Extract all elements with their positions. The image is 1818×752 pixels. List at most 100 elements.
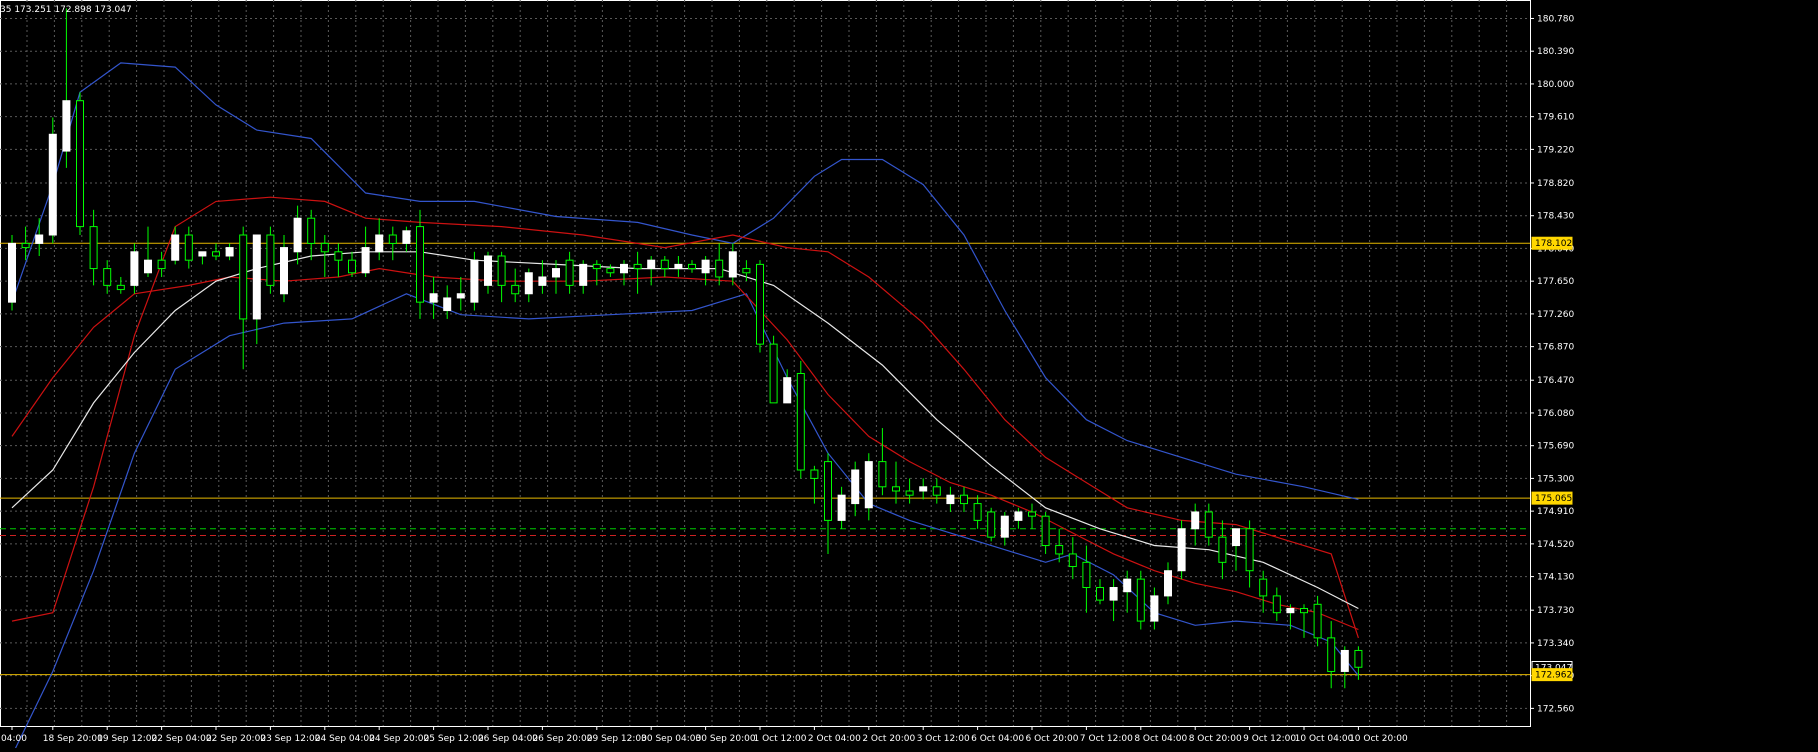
candle-body bbox=[21, 242, 30, 249]
candle-body bbox=[878, 461, 887, 488]
candle-body bbox=[1354, 649, 1363, 668]
candle-body bbox=[1259, 578, 1268, 597]
candle-body bbox=[1218, 536, 1227, 563]
candle-body bbox=[1028, 511, 1036, 517]
y-tick-label: 177.260 bbox=[1537, 310, 1574, 320]
candle-body bbox=[1245, 528, 1254, 572]
candle-body bbox=[456, 293, 465, 299]
candle-body bbox=[728, 251, 737, 278]
candle-body bbox=[212, 251, 220, 257]
candle-body bbox=[348, 259, 356, 274]
candle-body bbox=[484, 255, 492, 286]
candle-body bbox=[1232, 528, 1240, 547]
candle-body bbox=[402, 230, 411, 244]
candle-body bbox=[565, 259, 574, 286]
y-tick-label: 176.080 bbox=[1537, 409, 1574, 419]
y-tick-label: 175.300 bbox=[1537, 474, 1574, 484]
candle-body bbox=[538, 276, 547, 286]
candle-body bbox=[1327, 637, 1336, 672]
price-tag-label: 172.962 bbox=[1535, 671, 1572, 681]
candle-body bbox=[1340, 649, 1349, 672]
x-tick-label: 29 Sep 12:00 bbox=[587, 734, 647, 744]
candle-body bbox=[1014, 511, 1023, 521]
x-tick-label: 23 Sep 12:00 bbox=[260, 734, 320, 744]
indicator-line bbox=[11, 251, 1359, 610]
y-tick-label: 173.340 bbox=[1537, 639, 1574, 649]
candle-body bbox=[293, 217, 302, 253]
candle-body bbox=[1055, 545, 1064, 555]
y-tick-label: 178.820 bbox=[1537, 179, 1574, 189]
x-tick-label: 30 Sep 20:00 bbox=[696, 734, 756, 744]
candle-body bbox=[103, 268, 112, 286]
y-tick-label: 175.690 bbox=[1537, 442, 1574, 452]
y-tick-label: 179.610 bbox=[1537, 113, 1574, 123]
candle-body bbox=[116, 284, 125, 291]
x-tick-label: 8 Oct 04:00 bbox=[1134, 734, 1187, 744]
y-tick-label: 176.870 bbox=[1537, 343, 1574, 353]
candle-body bbox=[252, 234, 261, 320]
x-tick-label: 25 Sep 12:00 bbox=[424, 734, 484, 744]
candle-body bbox=[1272, 595, 1281, 614]
chart-area: 35 173.251 172.898 173.047 180.780 180.39… bbox=[0, 0, 1818, 752]
price-chart[interactable]: 180.780 180.390 180.000 179.610 179.220 178.8… bbox=[0, 0, 1818, 752]
y-tick-label: 172.560 bbox=[1537, 704, 1574, 714]
candle-body bbox=[1041, 515, 1050, 547]
candle-body bbox=[756, 263, 764, 345]
candle-body bbox=[416, 226, 424, 303]
y-tick-label: 180.390 bbox=[1537, 47, 1574, 57]
candle-body bbox=[266, 234, 275, 286]
candle-body bbox=[8, 242, 16, 303]
x-tick-label: 18 Sep 20:00 bbox=[43, 734, 103, 744]
candle-body bbox=[1000, 515, 1009, 538]
candle-body bbox=[824, 461, 832, 521]
candle-body bbox=[579, 263, 588, 286]
y-tick-label: 177.650 bbox=[1537, 277, 1574, 287]
candle-body bbox=[76, 100, 84, 228]
time-axis: 04:00 18 Sep 20:0019 Sep 12:0022 Sep 04:0… bbox=[1, 726, 1408, 744]
candle-body bbox=[715, 259, 724, 278]
candle-body bbox=[973, 503, 982, 521]
candle-body bbox=[1286, 607, 1295, 614]
candle-body bbox=[1096, 587, 1104, 601]
x-tick-label: 1 Oct 12:00 bbox=[754, 734, 807, 744]
candle-body bbox=[1191, 511, 1200, 530]
candle-body bbox=[497, 255, 506, 286]
price-tag-label: 178.102 bbox=[1535, 239, 1572, 249]
candle-body bbox=[388, 234, 397, 244]
candle-body bbox=[225, 247, 234, 257]
candle-body bbox=[239, 234, 248, 320]
x-tick-label: 6 Oct 04:00 bbox=[971, 734, 1024, 744]
price-tag-label: 175.065 bbox=[1535, 494, 1572, 504]
x-tick-label: 22 Sep 04:00 bbox=[152, 734, 212, 744]
y-tick-label: 179.220 bbox=[1537, 145, 1574, 155]
candle-body bbox=[48, 133, 57, 236]
candle-body bbox=[701, 259, 710, 274]
candle-body bbox=[1164, 570, 1172, 597]
y-tick-label: 178.430 bbox=[1537, 212, 1574, 222]
x-tick-label: 24 Sep 20:00 bbox=[369, 734, 429, 744]
x-tick-label: 24 Sep 04:00 bbox=[315, 734, 375, 744]
x-tick-label: 19 Sep 12:00 bbox=[97, 734, 157, 744]
candle-body bbox=[987, 511, 996, 538]
candle-body bbox=[62, 100, 71, 152]
x-tick-label: 2 Oct 20:00 bbox=[862, 734, 915, 744]
candle-body bbox=[633, 263, 642, 270]
price-axis: 180.780 180.390 180.000 179.610 179.220 178.8… bbox=[1530, 14, 1574, 714]
y-tick-label: 174.520 bbox=[1537, 540, 1574, 550]
x-tick-label: 6 Oct 20:00 bbox=[1026, 734, 1079, 744]
candle-body bbox=[470, 259, 479, 303]
ohlc-readout: 35 173.251 172.898 173.047 bbox=[0, 5, 132, 15]
candle-body bbox=[647, 259, 656, 270]
candle-body bbox=[905, 490, 914, 496]
y-tick-label: 180.000 bbox=[1537, 80, 1574, 90]
candle-body bbox=[742, 268, 751, 274]
x-tick-label: 22 Sep 20:00 bbox=[206, 734, 266, 744]
candle-body bbox=[1150, 595, 1159, 622]
x-tick-label: 04:00 bbox=[1, 734, 27, 744]
candle-body bbox=[932, 486, 941, 496]
candle-body bbox=[946, 494, 955, 505]
x-tick-label: 30 Sep 04:00 bbox=[641, 734, 701, 744]
candle-body bbox=[960, 494, 968, 505]
x-tick-label: 8 Oct 20:00 bbox=[1189, 734, 1242, 744]
candle-body bbox=[892, 486, 900, 492]
